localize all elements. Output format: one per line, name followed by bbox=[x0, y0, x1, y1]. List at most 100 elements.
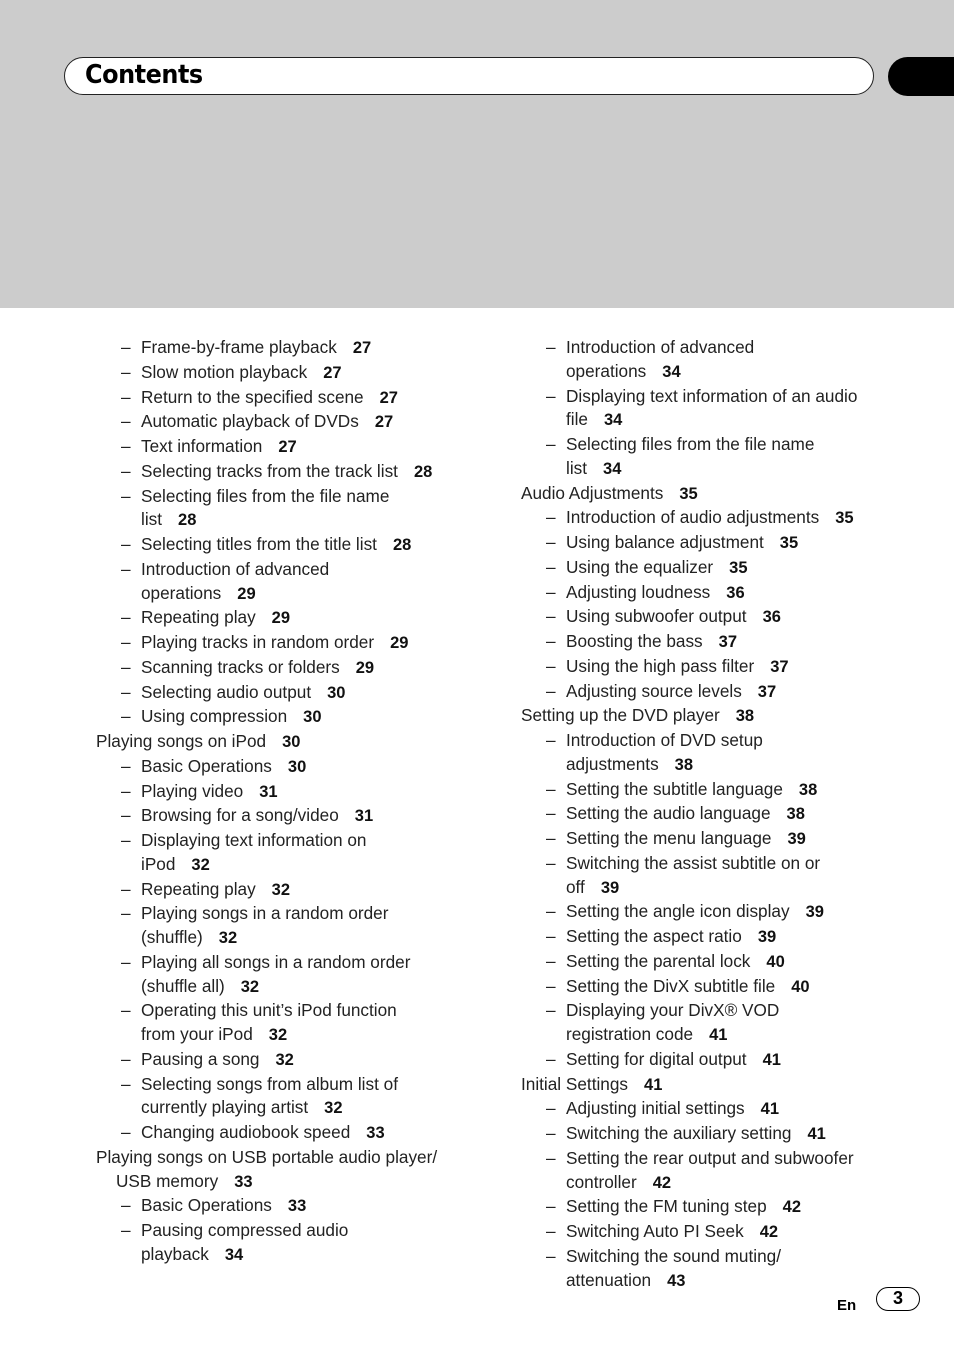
toc-subsection-entry[interactable]: – Selecting titles from the title list 28 bbox=[96, 533, 496, 558]
toc-page-number: 38 bbox=[786, 805, 805, 824]
toc-subsection-entry[interactable]: – Repeating play 29 bbox=[96, 606, 496, 631]
toc-subsection-entry[interactable]: – Setting the rear output and subwoofer co… bbox=[521, 1147, 921, 1196]
toc-subsection-entry[interactable]: – Scanning tracks or folders 29 bbox=[96, 656, 496, 681]
toc-subsection-entry[interactable]: – Selecting files from the file name list 2… bbox=[96, 485, 496, 534]
toc-subsection-entry[interactable]: – Selecting audio output 30 bbox=[96, 681, 496, 706]
toc-entry-title: Selecting files from the file name bbox=[566, 434, 815, 454]
toc-entry-title: Displaying text information of an audio bbox=[566, 385, 858, 406]
toc-subsection-entry[interactable]: – Switching the assist subtitle on or off 3… bbox=[521, 852, 921, 901]
toc-subsection-entry[interactable]: – Selecting tracks from the track list 28 bbox=[96, 460, 496, 485]
toc-section-entry[interactable]: Initial Settings 41 bbox=[521, 1073, 921, 1098]
toc-page-number: 40 bbox=[766, 952, 785, 971]
dash-bullet-icon: – bbox=[121, 656, 131, 677]
toc-subsection-entry[interactable]: – Using balance adjustment 35 bbox=[521, 531, 921, 556]
toc-entry-title: Playing songs on USB portable audio play… bbox=[96, 1146, 438, 1167]
title-box: Contents bbox=[64, 57, 874, 95]
toc-section-entry[interactable]: Audio Adjustments 35 bbox=[521, 482, 921, 507]
toc-subsection-entry[interactable]: – Introduction of DVD setup adjustments 38 bbox=[521, 729, 921, 778]
toc-subsection-entry[interactable]: – Introduction of advanced operations 29 bbox=[96, 558, 496, 607]
toc-subsection-entry[interactable]: – Pausing compressed audio playback 34 bbox=[96, 1219, 496, 1268]
toc-entry-title: operations bbox=[141, 582, 222, 603]
dash-bullet-icon: – bbox=[546, 631, 556, 651]
toc-subsection-entry[interactable]: – Switching the auxiliary setting 41 bbox=[521, 1122, 921, 1147]
dash-bullet-icon: – bbox=[546, 1147, 556, 1168]
toc-subsection-entry[interactable]: – Selecting files from the file name list 3… bbox=[521, 433, 921, 482]
toc-subsection-entry[interactable]: – Adjusting initial settings 41 bbox=[521, 1097, 921, 1122]
toc-subsection-entry[interactable]: – Text information 27 bbox=[96, 435, 496, 460]
toc-subsection-entry[interactable]: – Selecting songs from album list of curre… bbox=[96, 1073, 496, 1122]
dash-bullet-icon: – bbox=[546, 655, 556, 676]
toc-subsection-entry[interactable]: – Basic Operations 30 bbox=[96, 755, 496, 780]
toc-subsection-entry[interactable]: – Playing all songs in a random order (shu… bbox=[96, 951, 496, 1000]
toc-subsection-entry[interactable]: – Pausing a song 32 bbox=[96, 1048, 496, 1073]
toc-section-entry[interactable]: Setting up the DVD player 38 bbox=[521, 704, 921, 729]
toc-subsection-entry[interactable]: – Setting the parental lock 40 bbox=[521, 950, 921, 975]
toc-subsection-entry[interactable]: – Using subwoofer output 36 bbox=[521, 605, 921, 630]
toc-entry-title: Selecting titles from the title list bbox=[141, 534, 377, 554]
toc-subsection-entry[interactable]: – Displaying text information on iPod 32 bbox=[96, 829, 496, 878]
toc-subsection-entry[interactable]: – Using the equalizer 35 bbox=[521, 556, 921, 581]
toc-entry-title: operations bbox=[566, 360, 647, 381]
toc-section-entry[interactable]: Playing songs on iPod 30 bbox=[96, 730, 496, 755]
toc-subsection-entry[interactable]: – Using compression 30 bbox=[96, 705, 496, 730]
toc-subsection-entry[interactable]: – Repeating play 32 bbox=[96, 878, 496, 903]
toc-subsection-entry[interactable]: – Playing tracks in random order 29 bbox=[96, 631, 496, 656]
toc-entry-title: list bbox=[141, 509, 163, 530]
toc-entry-title: Browsing for a song/video bbox=[141, 805, 339, 826]
toc-subsection-entry[interactable]: – Setting the subtitle language 38 bbox=[521, 778, 921, 803]
toc-subsection-entry[interactable]: – Frame-by-frame playback 27 bbox=[96, 336, 496, 361]
dash-bullet-icon: – bbox=[546, 778, 556, 799]
toc-entry-title: Introduction of advanced bbox=[566, 337, 755, 357]
toc-subsection-entry[interactable]: – Setting the FM tuning step 42 bbox=[521, 1195, 921, 1220]
toc-subsection-entry[interactable]: – Playing songs in a random order (shuffle… bbox=[96, 902, 496, 951]
toc-subsection-entry[interactable]: – Introduction of audio adjustments 35 bbox=[521, 506, 921, 531]
toc-entry-title: controller bbox=[566, 1171, 637, 1192]
dash-bullet-icon: – bbox=[546, 730, 556, 750]
toc-subsection-entry[interactable]: – Automatic playback of DVDs 27 bbox=[96, 410, 496, 435]
toc-entry-title: Setting the FM tuning step bbox=[566, 1196, 767, 1217]
toc-subsection-entry[interactable]: – Switching the sound muting/attenuation 4… bbox=[521, 1245, 921, 1294]
toc-entry-title: Using balance adjustment bbox=[566, 532, 764, 552]
toc-page-number: 33 bbox=[234, 1172, 253, 1191]
toc-subsection-entry[interactable]: – Operating this unit’s iPod function from… bbox=[96, 999, 496, 1048]
toc-subsection-entry[interactable]: – Playing video 31 bbox=[96, 780, 496, 805]
dash-bullet-icon: – bbox=[121, 903, 131, 924]
toc-subsection-entry[interactable]: – Setting the menu language 39 bbox=[521, 827, 921, 852]
toc-subsection-entry[interactable]: – Basic Operations 33 bbox=[96, 1194, 496, 1219]
dash-bullet-icon: – bbox=[121, 1122, 131, 1142]
toc-subsection-entry[interactable]: – Displaying text information of an audio… bbox=[521, 385, 921, 434]
toc-page-number: 39 bbox=[600, 878, 620, 897]
dash-bullet-icon: – bbox=[546, 337, 556, 357]
language-label: En bbox=[837, 1297, 857, 1314]
toc-page-number: 42 bbox=[652, 1173, 672, 1192]
toc-subsection-entry[interactable]: – Switching Auto PI Seek 42 bbox=[521, 1220, 921, 1245]
dash-bullet-icon: – bbox=[546, 1221, 556, 1241]
section-tab-marker bbox=[888, 57, 954, 96]
toc-entry-title: Switching the sound muting/ bbox=[566, 1245, 781, 1266]
toc-page-number: 29 bbox=[271, 609, 291, 628]
toc-page-number: 29 bbox=[237, 584, 256, 603]
toc-section-entry[interactable]: Playing songs on USB portable audio play… bbox=[96, 1146, 496, 1195]
toc-subsection-entry[interactable]: – Adjusting source levels 37 bbox=[521, 680, 921, 705]
toc-subsection-entry[interactable]: – Displaying your DivX® VOD registration c… bbox=[521, 999, 921, 1048]
toc-entry-title: Displaying text information on bbox=[141, 830, 367, 850]
toc-subsection-entry[interactable]: – Boosting the bass 37 bbox=[521, 630, 921, 655]
toc-subsection-entry[interactable]: – Slow motion playback 27 bbox=[96, 361, 496, 386]
toc-subsection-entry[interactable]: – Setting the angle icon display 39 bbox=[521, 900, 921, 925]
toc-page-number: 27 bbox=[374, 413, 394, 432]
toc-page-number: 38 bbox=[735, 707, 755, 726]
dash-bullet-icon: – bbox=[546, 1196, 556, 1217]
toc-subsection-entry[interactable]: – Browsing for a song/video 31 bbox=[96, 804, 496, 829]
toc-entry-title: Setting for digital output bbox=[566, 1048, 747, 1069]
toc-subsection-entry[interactable]: – Introduction of advanced operations 34 bbox=[521, 336, 921, 385]
toc-subsection-entry[interactable]: – Changing audiobook speed 33 bbox=[96, 1121, 496, 1146]
toc-subsection-entry[interactable]: – Adjusting loudness 36 bbox=[521, 581, 921, 606]
toc-subsection-entry[interactable]: – Setting for digital output 41 bbox=[521, 1048, 921, 1073]
toc-entry-title: Switching the assist subtitle on or bbox=[566, 852, 821, 873]
toc-subsection-entry[interactable]: – Setting the aspect ratio 39 bbox=[521, 925, 921, 950]
toc-subsection-entry[interactable]: – Return to the specified scene 27 bbox=[96, 386, 496, 411]
toc-subsection-entry[interactable]: – Using the high pass filter 37 bbox=[521, 655, 921, 680]
toc-subsection-entry[interactable]: – Setting the DivX subtitle file 40 bbox=[521, 975, 921, 1000]
toc-page-number: 31 bbox=[354, 807, 374, 826]
toc-subsection-entry[interactable]: – Setting the audio language 38 bbox=[521, 802, 921, 827]
